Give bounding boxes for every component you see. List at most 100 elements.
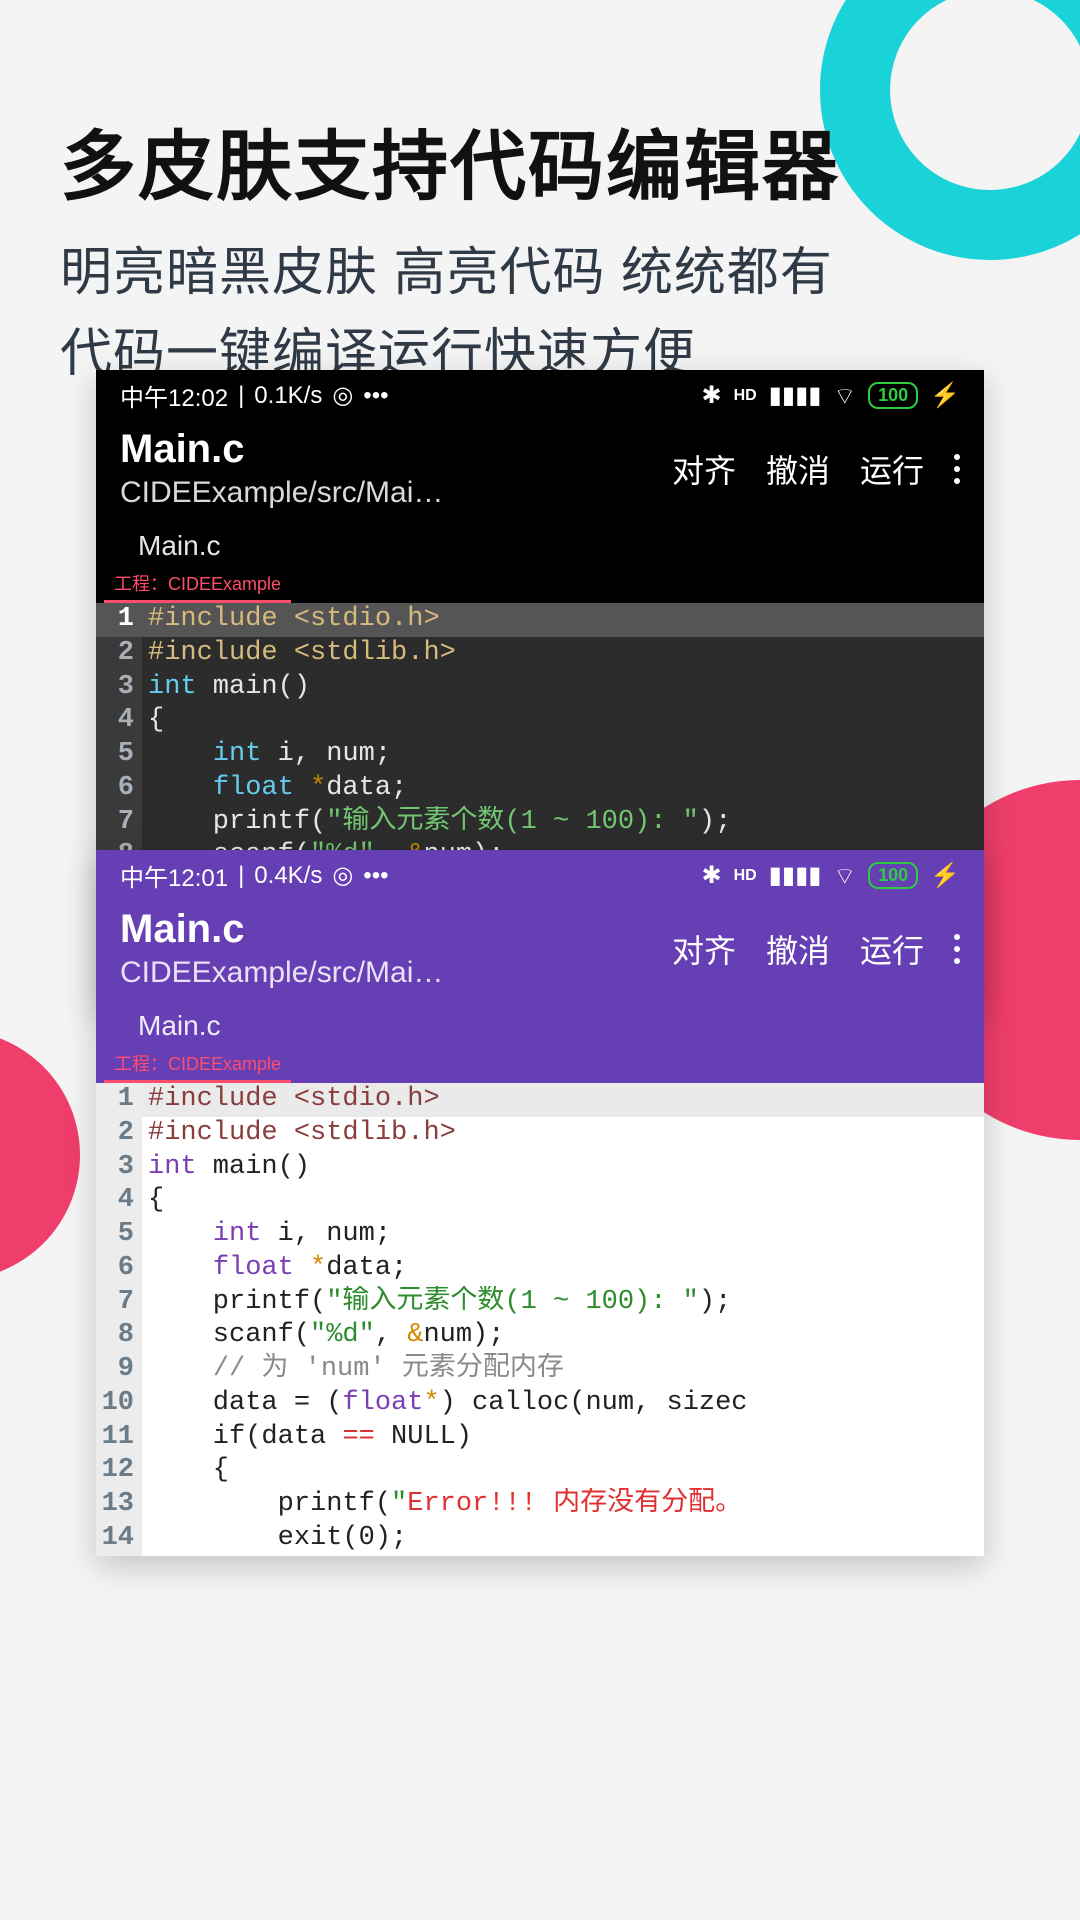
code-line[interactable]: 7 printf("输入元素个数(1 ~ 100): "); — [96, 1286, 984, 1320]
project-label: 工程：CIDEExample — [104, 1048, 291, 1083]
code-line[interactable]: 6 float *data; — [96, 1252, 984, 1286]
code-content[interactable]: if(data == NULL) — [142, 1421, 984, 1455]
code-line[interactable]: 1#include <stdio.h> — [96, 603, 984, 637]
more-dots-icon: ••• — [363, 862, 388, 890]
code-line[interactable]: 2#include <stdlib.h> — [96, 1117, 984, 1151]
code-content[interactable]: scanf("%d", &num); — [142, 1319, 984, 1353]
undo-button[interactable]: 撤消 — [766, 926, 830, 972]
code-line[interactable]: 7 printf("输入元素个数(1 ~ 100): "); — [96, 806, 984, 840]
decor-circle-left — [0, 1030, 80, 1280]
line-number: 1 — [96, 1083, 142, 1117]
editor-light[interactable]: 1#include <stdio.h>2#include <stdlib.h>3… — [96, 1083, 984, 1556]
align-button[interactable]: 对齐 — [672, 926, 736, 972]
code-line[interactable]: 5 int i, num; — [96, 738, 984, 772]
status-sep: | — [238, 862, 244, 890]
bolt-icon: ⚡ — [930, 381, 960, 410]
signal-icon: ▮▮▮▮ — [769, 861, 822, 890]
hero-line1: 明亮暗黑皮肤 高亮代码 统统都有 — [60, 233, 1020, 314]
code-line[interactable]: 13 printf("Error!!! 内存没有分配。 — [96, 1488, 984, 1522]
appbar-dark: Main.c CIDEExample/src/Mai… 对齐 撤消 运行 — [96, 419, 984, 520]
battery-indicator: 100 — [868, 382, 918, 409]
run-button[interactable]: 运行 — [860, 926, 924, 972]
code-line[interactable]: 12 { — [96, 1454, 984, 1488]
undo-button[interactable]: 撤消 — [766, 446, 830, 492]
tab-main-c[interactable]: Main.c — [124, 1004, 234, 1048]
bolt-icon: ⚡ — [930, 861, 960, 890]
line-number: 5 — [96, 738, 142, 772]
line-number: 7 — [96, 806, 142, 840]
code-content[interactable]: { — [142, 704, 984, 738]
tabbar-light: Main.c — [96, 1000, 984, 1048]
more-dots-icon: ••• — [363, 382, 388, 410]
code-content[interactable]: float *data; — [142, 772, 984, 806]
tab-main-c[interactable]: Main.c — [124, 524, 234, 568]
line-number: 1 — [96, 603, 142, 637]
code-line[interactable]: 3int main() — [96, 671, 984, 705]
code-content[interactable]: { — [142, 1454, 984, 1488]
hero: 多皮肤支持代码编辑器 明亮暗黑皮肤 高亮代码 统统都有 代码一键编译运行快速方便 — [60, 105, 1020, 394]
code-line[interactable]: 6 float *data; — [96, 772, 984, 806]
status-time: 中午12:02 — [120, 378, 228, 413]
line-number: 3 — [96, 1151, 142, 1185]
code-line[interactable]: 4{ — [96, 1184, 984, 1218]
align-button[interactable]: 对齐 — [672, 446, 736, 492]
code-content[interactable]: #include <stdlib.h> — [142, 1117, 984, 1151]
code-content[interactable]: int main() — [142, 671, 984, 705]
statusbar-dark: 中午12:02 | 0.1K/s ◎ ••• ✱ HD ▮▮▮▮ ⌔ 100 ⚡ — [96, 370, 984, 419]
overflow-menu-icon[interactable] — [954, 454, 960, 484]
no-disturb-icon: ◎ — [332, 381, 353, 410]
code-line[interactable]: 5 int i, num; — [96, 1218, 984, 1252]
code-line[interactable]: 2#include <stdlib.h> — [96, 637, 984, 671]
code-content[interactable]: { — [142, 1184, 984, 1218]
line-number: 6 — [96, 772, 142, 806]
file-path: CIDEExample/src/Mai… — [120, 476, 672, 510]
line-number: 7 — [96, 1286, 142, 1320]
code-content[interactable]: int main() — [142, 1151, 984, 1185]
run-button[interactable]: 运行 — [860, 446, 924, 492]
line-number: 12 — [96, 1454, 142, 1488]
wifi-icon: ⌔ — [834, 861, 857, 891]
code-content[interactable]: int i, num; — [142, 1218, 984, 1252]
line-number: 13 — [96, 1488, 142, 1522]
code-line[interactable]: 9 // 为 'num' 元素分配内存 — [96, 1353, 984, 1387]
status-speed: 0.4K/s — [254, 862, 322, 890]
signal-icon: ▮▮▮▮ — [769, 381, 822, 410]
code-line[interactable]: 10 data = (float*) calloc(num, sizec — [96, 1387, 984, 1421]
bluetooth-icon: ✱ — [701, 861, 721, 890]
code-line[interactable]: 4{ — [96, 704, 984, 738]
code-line[interactable]: 8 scanf("%d", &num); — [96, 1319, 984, 1353]
line-number: 14 — [96, 1522, 142, 1556]
code-content[interactable]: printf("输入元素个数(1 ~ 100): "); — [142, 806, 984, 840]
phone-light: 中午12:01 | 0.4K/s ◎ ••• ✱ HD ▮▮▮▮ ⌔ 100 ⚡… — [96, 850, 984, 1556]
hero-title: 多皮肤支持代码编辑器 — [60, 105, 1020, 215]
line-number: 4 — [96, 1184, 142, 1218]
status-time: 中午12:01 — [120, 858, 228, 893]
code-line[interactable]: 1#include <stdio.h> — [96, 1083, 984, 1117]
line-number: 10 — [96, 1387, 142, 1421]
tabbar-dark: Main.c — [96, 520, 984, 568]
file-title: Main.c — [120, 427, 672, 472]
line-number: 3 — [96, 671, 142, 705]
code-content[interactable]: printf("Error!!! 内存没有分配。 — [142, 1488, 984, 1522]
code-line[interactable]: 14 exit(0); — [96, 1522, 984, 1556]
line-number: 2 — [96, 1117, 142, 1151]
hd-icon: HD — [734, 867, 757, 885]
file-title: Main.c — [120, 907, 672, 952]
code-content[interactable]: #include <stdio.h> — [142, 1083, 984, 1117]
statusbar-light: 中午12:01 | 0.4K/s ◎ ••• ✱ HD ▮▮▮▮ ⌔ 100 ⚡ — [96, 850, 984, 899]
code-content[interactable]: // 为 'num' 元素分配内存 — [142, 1353, 984, 1387]
code-content[interactable]: printf("输入元素个数(1 ~ 100): "); — [142, 1286, 984, 1320]
line-number: 4 — [96, 704, 142, 738]
code-content[interactable]: exit(0); — [142, 1522, 984, 1556]
code-content[interactable]: data = (float*) calloc(num, sizec — [142, 1387, 984, 1421]
code-line[interactable]: 3int main() — [96, 1151, 984, 1185]
code-content[interactable]: #include <stdlib.h> — [142, 637, 984, 671]
appbar-light: Main.c CIDEExample/src/Mai… 对齐 撤消 运行 — [96, 899, 984, 1000]
battery-indicator: 100 — [868, 862, 918, 889]
code-content[interactable]: int i, num; — [142, 738, 984, 772]
code-content[interactable]: #include <stdio.h> — [142, 603, 984, 637]
code-line[interactable]: 11 if(data == NULL) — [96, 1421, 984, 1455]
line-number: 5 — [96, 1218, 142, 1252]
code-content[interactable]: float *data; — [142, 1252, 984, 1286]
overflow-menu-icon[interactable] — [954, 934, 960, 964]
